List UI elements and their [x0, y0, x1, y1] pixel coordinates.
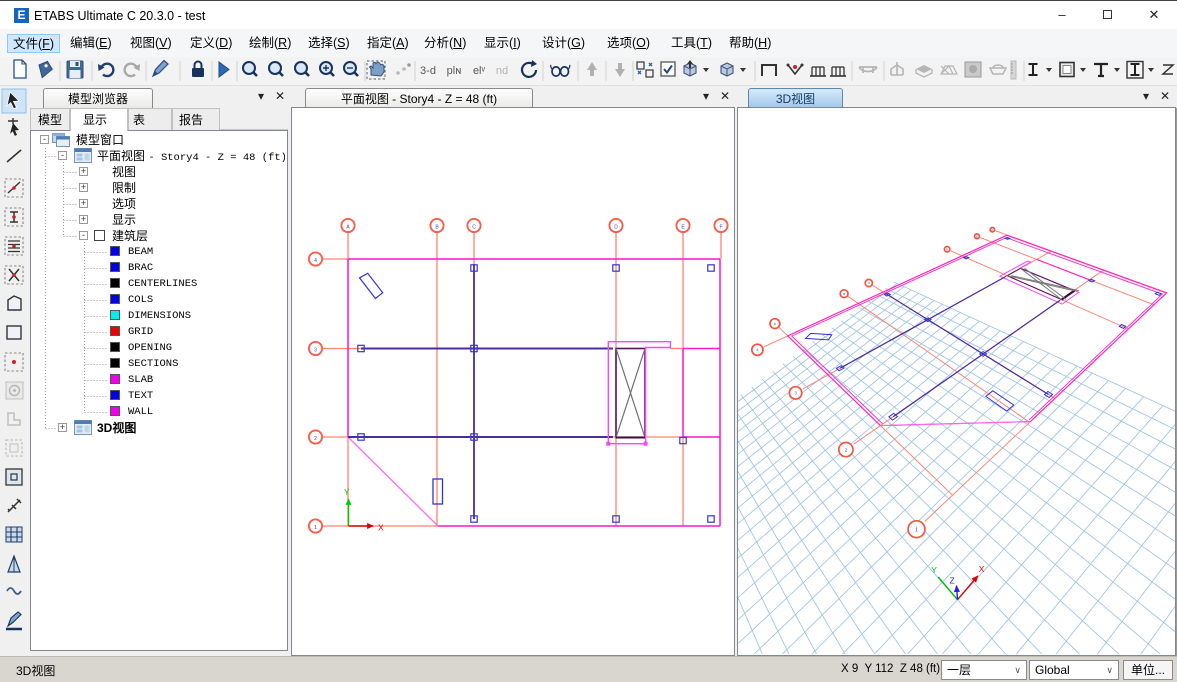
svg-text:F: F: [991, 228, 993, 232]
svg-text:2: 2: [314, 436, 317, 442]
svg-text:3: 3: [314, 347, 317, 353]
svg-text:F: F: [719, 224, 722, 230]
svg-text:E: E: [976, 235, 978, 239]
svg-text:nd: nd: [496, 65, 508, 77]
svg-text:C: C: [472, 224, 476, 230]
svg-text:4: 4: [314, 258, 317, 264]
svg-text:D: D: [614, 224, 618, 230]
svg-text:Z: Z: [950, 576, 955, 586]
svg-text:1: 1: [915, 527, 918, 533]
svg-text:Y: Y: [344, 487, 350, 497]
svg-text:B: B: [843, 292, 845, 296]
svg-text:2: 2: [845, 447, 848, 452]
svg-text:X: X: [378, 523, 384, 533]
svg-text:elᵛ: elᵛ: [473, 65, 486, 77]
svg-text:4: 4: [756, 348, 758, 352]
svg-text:B: B: [435, 224, 439, 230]
svg-text:3-d: 3-d: [420, 65, 436, 77]
svg-text:plɴ: plɴ: [447, 65, 462, 77]
svg-text:Y: Y: [931, 565, 937, 575]
svg-text:1: 1: [314, 525, 317, 531]
svg-text:A: A: [346, 224, 350, 230]
svg-text:X: X: [979, 564, 985, 574]
svg-text:E: E: [681, 224, 685, 230]
